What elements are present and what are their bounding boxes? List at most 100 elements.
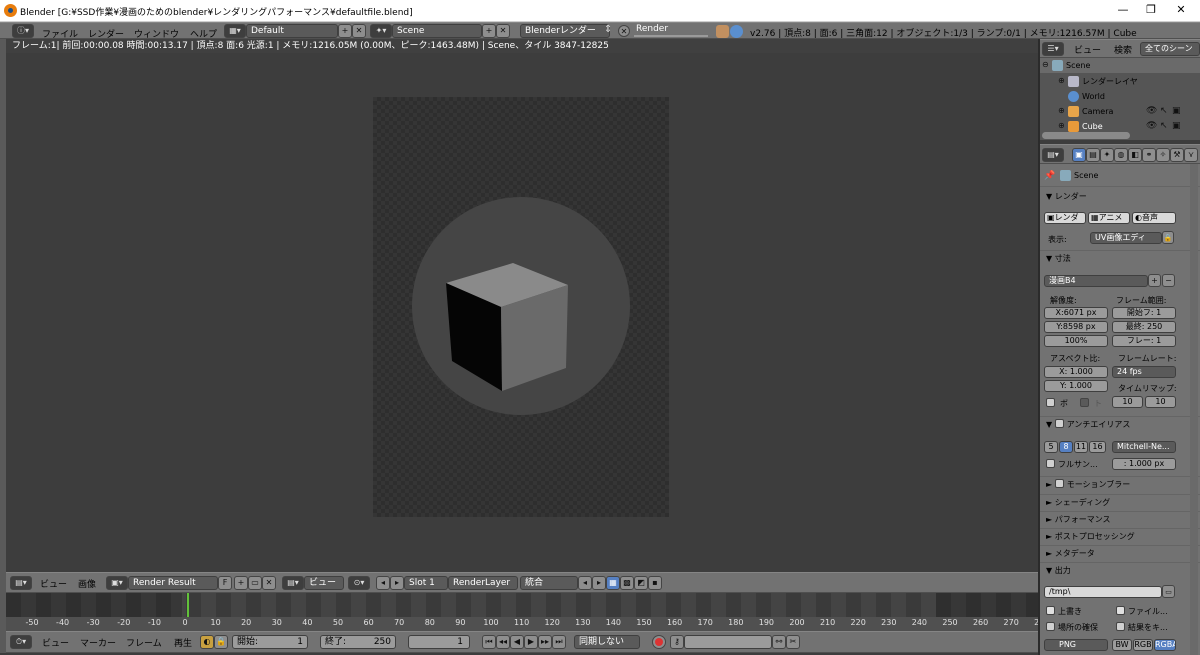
resolution-y-field[interactable]: Y:8598 px xyxy=(1044,321,1108,333)
remap-old-field[interactable]: 10 xyxy=(1112,396,1143,408)
outliner-row-scene[interactable]: ⊖ Scene xyxy=(1040,58,1200,73)
next-slot-button[interactable]: ▸ xyxy=(390,576,404,590)
motion-blur-checkbox[interactable] xyxy=(1054,479,1064,488)
browse-folder-icon[interactable]: ▭ xyxy=(1162,585,1175,598)
section-dimensions[interactable]: ▼ 寸法 xyxy=(1042,251,1178,267)
expand-icon[interactable]: ⊕ xyxy=(1058,120,1065,132)
keying-set-field[interactable] xyxy=(684,635,772,649)
timeline-area[interactable]: -50 -40 -30 -20 -10 0 10 20 30 40 50 60 70 80 90 100 110… xyxy=(6,593,1038,631)
outliner-tree[interactable]: ⊖ Scene ⊕ レンダーレイヤ World ⊕ Camera 👁 ↖ ▣ ⊕… xyxy=(1040,58,1200,140)
placeholders-checkbox[interactable] xyxy=(1046,622,1055,631)
screen-layout-field[interactable]: Default xyxy=(246,24,338,38)
sync-mode-select[interactable]: 同期しない xyxy=(574,635,640,649)
render-engine-select[interactable]: Blenderレンダー xyxy=(520,24,610,38)
visibility-eye-icon[interactable]: 👁 xyxy=(1146,120,1157,132)
editor-type-outliner-icon[interactable]: ☰▾ xyxy=(1042,42,1064,56)
animation-button[interactable]: ▦アニメ xyxy=(1088,212,1130,224)
jump-keyframe-back-button[interactable]: ◂◂ xyxy=(496,635,510,649)
screen-layout-icon[interactable]: ▦▾ xyxy=(224,24,246,38)
z-buffer-icon[interactable]: ◩ xyxy=(634,576,648,590)
render-layer-select[interactable]: RenderLayer xyxy=(448,576,518,590)
outliner-row-camera[interactable]: ⊕ Camera 👁 ↖ ▣ xyxy=(1040,104,1200,119)
section-output[interactable]: ▼ 出力 xyxy=(1042,563,1178,579)
jump-start-button[interactable]: ⏮ xyxy=(482,635,496,649)
alpha-channel-icon[interactable]: ▩ xyxy=(620,576,634,590)
timeline-menu-frame[interactable]: フレーム xyxy=(126,636,162,649)
remove-scene-button[interactable]: ✕ xyxy=(496,24,510,38)
render-layers-tab-icon[interactable]: ▤ xyxy=(1086,148,1100,162)
expand-icon[interactable]: ⊖ xyxy=(1042,59,1049,71)
render-button[interactable]: ▣レンダ xyxy=(1044,212,1086,224)
object-tab-icon[interactable]: ◧ xyxy=(1128,148,1142,162)
aa-sample-5[interactable]: 5 xyxy=(1044,441,1058,453)
section-performance[interactable]: ► パフォーマンス xyxy=(1042,512,1178,528)
physics-tab-icon[interactable]: ⋎ xyxy=(1184,148,1198,162)
timeline-menu-view[interactable]: ビュー xyxy=(42,636,69,649)
view-mode-select[interactable]: ビュー xyxy=(304,576,344,590)
selectable-cursor-icon[interactable]: ↖ xyxy=(1160,120,1168,132)
lock-range-icon[interactable]: 🔒 xyxy=(214,635,228,649)
outliner-display-mode[interactable]: 全てのシーン xyxy=(1140,42,1200,56)
properties-scrollbar[interactable] xyxy=(1190,164,1198,655)
end-frame-field[interactable]: 終了: 250 xyxy=(320,635,396,649)
renderable-camera-icon[interactable]: ▣ xyxy=(1172,105,1181,117)
section-render[interactable]: ▼ レンダー xyxy=(1042,189,1178,205)
cache-result-checkbox[interactable] xyxy=(1116,622,1125,631)
image-browse-icon[interactable]: ▣▾ xyxy=(106,576,128,590)
file-format-select[interactable]: PNG xyxy=(1044,639,1108,651)
render-pass-select[interactable]: 統合 xyxy=(520,576,578,590)
output-path-field[interactable]: /tmp\ xyxy=(1044,586,1162,598)
image-viewport[interactable] xyxy=(6,53,1038,572)
mode-icon[interactable]: ▤▾ xyxy=(282,576,304,590)
section-post-processing[interactable]: ► ポストプロセッシング xyxy=(1042,529,1178,545)
aspect-x-field[interactable]: X: 1.000 xyxy=(1044,366,1108,378)
audio-button[interactable]: ◐音声 xyxy=(1132,212,1176,224)
scene-tab-icon[interactable]: ✦ xyxy=(1100,148,1114,162)
play-button[interactable]: ▶ xyxy=(524,635,538,649)
close-button[interactable]: ✕ xyxy=(1168,2,1194,18)
color-rgba-button[interactable]: RGBA xyxy=(1154,639,1176,651)
section-shading[interactable]: ► シェーディング xyxy=(1042,495,1178,511)
cancel-render-icon[interactable]: ✕ xyxy=(618,25,630,37)
overwrite-checkbox[interactable] xyxy=(1046,606,1055,615)
scene-icon[interactable]: ✦▾ xyxy=(370,24,392,38)
jump-end-button[interactable]: ⏭ xyxy=(552,635,566,649)
data-tab-icon[interactable]: ✧ xyxy=(1156,148,1170,162)
insert-keyframe-icon[interactable]: ⚯ xyxy=(772,635,786,649)
world-tab-icon[interactable]: ◍ xyxy=(1114,148,1128,162)
play-reverse-button[interactable]: ◀ xyxy=(510,635,524,649)
filter-size-field[interactable]: : 1.000 px xyxy=(1112,458,1176,470)
new-image-button[interactable]: + xyxy=(234,576,248,590)
pin-icon[interactable]: 📌 xyxy=(1044,170,1055,182)
add-scene-button[interactable]: + xyxy=(482,24,496,38)
editor-type-image-icon[interactable]: ▤▾ xyxy=(10,576,32,590)
lock-interface-icon[interactable]: 🔒 xyxy=(1162,231,1174,244)
display-select[interactable]: UV画像エディ xyxy=(1090,232,1162,244)
border-checkbox[interactable] xyxy=(1046,398,1055,407)
timeline-menu-marker[interactable]: マーカー xyxy=(80,636,116,649)
color-rgb-button[interactable]: RGB xyxy=(1133,639,1153,651)
remove-preset-button[interactable]: − xyxy=(1162,274,1175,287)
frame-start-field[interactable]: 開始フ: 1 xyxy=(1112,307,1176,319)
modifiers-tab-icon[interactable]: ⚭ xyxy=(1142,148,1156,162)
visibility-eye-icon[interactable]: 👁 xyxy=(1146,105,1157,117)
resolution-x-field[interactable]: X:6071 px xyxy=(1044,307,1108,319)
color-bw-button[interactable]: BW xyxy=(1112,639,1132,651)
current-frame-cursor[interactable] xyxy=(187,593,190,617)
editor-type-info-icon[interactable]: ⓘ▾ xyxy=(12,24,34,38)
aspect-y-field[interactable]: Y: 1.000 xyxy=(1044,380,1108,392)
properties-panel[interactable]: 📌 Scene ▼ レンダー ▣レンダ ▦アニメ ◐音声 表示: UV画像エディ… xyxy=(1040,164,1200,655)
selectable-cursor-icon[interactable]: ↖ xyxy=(1160,105,1168,117)
section-antialiasing[interactable]: ▼ アンチエイリアス xyxy=(1042,417,1178,433)
scene-field[interactable]: Scene xyxy=(392,24,482,38)
timeline-menu-playback[interactable]: 再生 xyxy=(174,636,192,649)
resolution-percent-field[interactable]: 100% xyxy=(1044,335,1108,347)
image-menu-image[interactable]: 画像 xyxy=(78,577,96,590)
outliner-row-render-layers[interactable]: ⊕ レンダーレイヤ xyxy=(1040,74,1200,89)
render-preset-select[interactable]: 漫画B4 xyxy=(1044,275,1148,287)
outliner-menu-search[interactable]: 検索 xyxy=(1114,43,1132,56)
image-name-field[interactable]: Render Result xyxy=(128,576,218,590)
slot-select[interactable]: Slot 1 xyxy=(404,576,448,590)
record-button[interactable] xyxy=(652,635,666,649)
expand-icon[interactable]: ⊕ xyxy=(1058,105,1065,117)
